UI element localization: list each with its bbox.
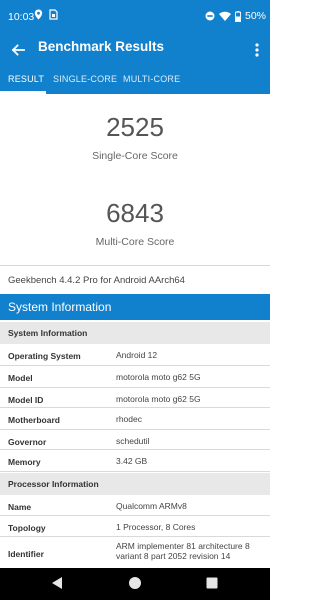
tab-multi-core[interactable]: MULTI-CORE (123, 74, 180, 84)
sim-icon (49, 9, 58, 20)
multi-core-score: 6843 (106, 198, 164, 228)
section-title: System Information (8, 328, 88, 338)
back-arrow-icon[interactable] (8, 40, 28, 60)
row-value: Android 12 (116, 350, 158, 360)
row-key: Model ID (8, 395, 44, 405)
status-time: 10:03 (8, 11, 35, 23)
table-row: Model motorola moto g62 5G (0, 366, 270, 388)
table-row: Model ID motorola moto g62 5G (0, 388, 270, 408)
table-row: Identifier ARM implementer 81 architectu… (0, 537, 270, 568)
row-value: 3.42 GB (116, 456, 148, 466)
navigation-bar (0, 568, 270, 600)
tab-single-core[interactable]: SINGLE-CORE (53, 74, 117, 84)
table-row: Governor schedutil (0, 430, 270, 450)
row-value: rhodec (116, 414, 142, 424)
status-bar: 10:03 50% (0, 0, 270, 34)
section-processor-information: Processor Information (0, 473, 270, 495)
row-value: motorola moto g62 5G (116, 394, 201, 404)
row-key: Motherboard (8, 415, 60, 425)
system-information-title: System Information (8, 300, 112, 314)
system-information-header: System Information (0, 294, 270, 320)
app-bar: Benchmark Results (0, 34, 270, 68)
battery-icon (235, 10, 241, 22)
row-value: Qualcomm ARMv8 (116, 501, 187, 511)
status-left-icons (34, 9, 58, 20)
more-vert-icon[interactable] (252, 40, 262, 60)
row-value: ARM implementer 81 architecture 8 varian… (116, 541, 250, 561)
location-icon (34, 9, 43, 20)
nav-recents-icon[interactable] (206, 577, 218, 589)
section-system-information: System Information (0, 322, 270, 344)
row-value: motorola moto g62 5G (116, 372, 201, 382)
single-core-score: 2525 (106, 112, 164, 142)
row-key: Memory (8, 457, 41, 467)
table-row: Topology 1 Processor, 8 Cores (0, 516, 270, 537)
geekbench-version: Geekbench 4.4.2 Pro for Android AArch64 (8, 275, 185, 286)
tab-bar: RESULT SINGLE-CORE MULTI-CORE (0, 68, 270, 94)
nav-home-icon[interactable] (128, 576, 142, 590)
page-title: Benchmark Results (38, 39, 165, 54)
wifi-icon (218, 11, 231, 21)
row-key: Model (8, 373, 33, 383)
table-row: Name Qualcomm ARMv8 (0, 495, 270, 516)
row-key: Identifier (8, 549, 44, 559)
section-title: Processor Information (8, 479, 99, 489)
score-card: 2525 Single-Core Score 6843 Multi-Core S… (0, 94, 270, 264)
row-value: 1 Processor, 8 Cores (116, 522, 196, 532)
row-key: Operating System (8, 351, 81, 361)
row-value: schedutil (116, 436, 150, 446)
multi-core-label: Multi-Core Score (95, 236, 175, 248)
divider (0, 265, 270, 266)
battery-percent: 50% (244, 10, 266, 22)
table-row: Motherboard rhodec (0, 408, 270, 430)
table-row: Memory 3.42 GB (0, 450, 270, 472)
tab-result[interactable]: RESULT (8, 74, 44, 84)
nav-back-icon[interactable] (51, 576, 63, 590)
row-key: Topology (8, 523, 46, 533)
do-not-disturb-icon (205, 11, 215, 21)
row-key: Name (8, 502, 32, 512)
row-key: Governor (8, 437, 47, 447)
status-right-icons: 50% (205, 10, 266, 22)
table-row: Operating System Android 12 (0, 344, 270, 366)
single-core-label: Single-Core Score (92, 150, 178, 162)
